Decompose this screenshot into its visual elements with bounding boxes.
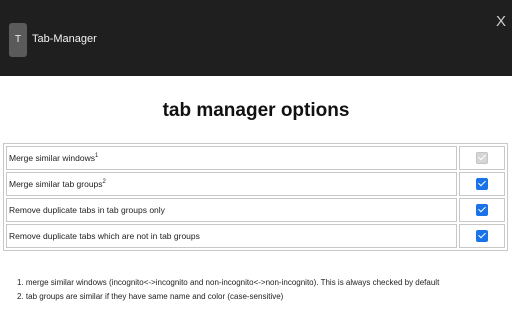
footnotes: 1. merge similar windows (incognito<->in… [17, 276, 439, 304]
option-row-remove-dup-in-groups: Remove duplicate tabs in tab groups only [6, 198, 505, 222]
page-title: tab manager options [162, 100, 350, 121]
option-checkbox-cell [459, 224, 505, 248]
merge-windows-checkbox [476, 152, 488, 164]
option-checkbox-cell [459, 172, 505, 196]
option-label: Remove duplicate tabs in tab groups only [6, 198, 457, 222]
option-label: Merge similar windows1 [6, 146, 457, 170]
option-checkbox-cell [459, 198, 505, 222]
option-checkbox-cell [459, 146, 505, 170]
options-table: Merge similar windows1 Merge similar tab… [3, 143, 508, 251]
app-header: T Tab-Manager X [0, 0, 512, 76]
option-label: Remove duplicate tabs which are not in t… [6, 224, 457, 248]
merge-tab-groups-checkbox[interactable] [476, 178, 488, 190]
footnote-item: 2. tab groups are similar if they have s… [17, 292, 284, 301]
remove-dup-not-in-groups-checkbox[interactable] [476, 230, 488, 242]
option-label: Merge similar tab groups2 [6, 172, 457, 196]
footnote-marker: 1 [94, 153, 99, 160]
remove-dup-in-groups-checkbox[interactable] [476, 204, 488, 216]
footnote-marker: 2 [102, 179, 106, 186]
app-title: Tab-Manager [32, 33, 97, 45]
option-row-merge-tab-groups: Merge similar tab groups2 [6, 172, 505, 196]
app-icon: T [9, 23, 27, 57]
option-row-merge-windows: Merge similar windows1 [6, 146, 505, 170]
footnote-item: 1. merge similar windows (incognito<->in… [17, 278, 440, 287]
option-row-remove-dup-not-in-groups: Remove duplicate tabs which are not in t… [6, 224, 505, 248]
close-icon[interactable]: X [494, 14, 508, 30]
